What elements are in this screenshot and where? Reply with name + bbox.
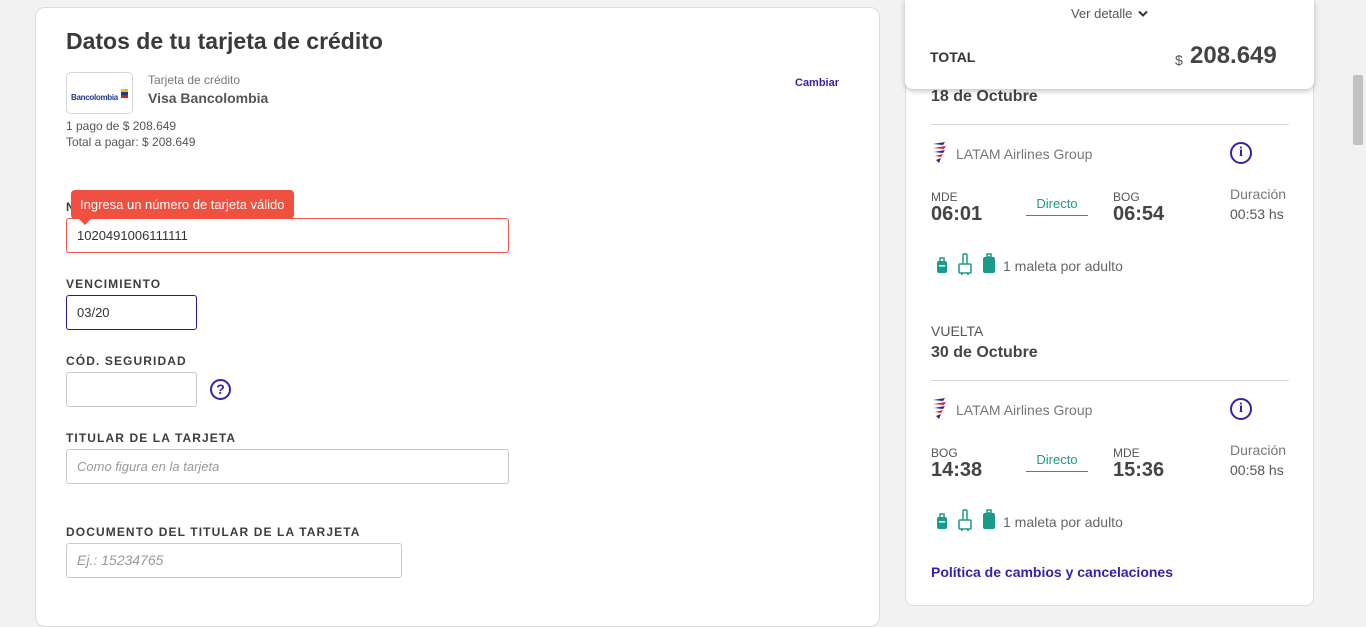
change-card-link[interactable]: Cambiar [795, 77, 839, 89]
outbound-stops: Directo [1026, 196, 1088, 216]
suitcase-icon [983, 509, 995, 529]
total-to-pay-text: Total a pagar: $ 208.649 [66, 135, 196, 149]
return-stops: Directo [1026, 452, 1088, 472]
divider [931, 380, 1289, 381]
chevron-down-icon [1138, 10, 1148, 17]
holder-input[interactable]: Como figura en la tarjeta [66, 449, 509, 484]
document-label: DOCUMENTO DEL TITULAR DE LA TARJETA [66, 525, 361, 539]
view-detail-toggle[interactable]: Ver detalle [905, 6, 1314, 21]
bank-logo: Bancolombia [66, 72, 133, 114]
policy-link[interactable]: Política de cambios y cancelaciones [931, 564, 1173, 580]
expiry-label: VENCIMIENTO [66, 277, 162, 291]
total-value: 208.649 [1190, 42, 1277, 69]
return-duration-label: Duración [1230, 442, 1287, 458]
card-number-error-tooltip: Ingresa un número de tarjeta válido [71, 190, 294, 225]
return-airline-name: LATAM Airlines Group [956, 402, 1093, 418]
bank-flag-icon [121, 89, 128, 98]
divider [931, 124, 1289, 125]
return-to-time: 15:36 [1113, 459, 1165, 481]
outbound-duration: 00:53 hs [1230, 206, 1284, 222]
outbound-baggage-text: 1 maleta por adulto [1003, 258, 1123, 274]
carry-on-icon [958, 509, 972, 531]
bank-logo-text: Bancolombia [71, 93, 118, 102]
return-from-time: 14:38 [931, 459, 983, 481]
card-type: Tarjeta de crédito [148, 73, 241, 87]
latam-logo-icon [933, 142, 946, 163]
help-icon[interactable]: ? [210, 379, 231, 400]
return-to-code: MDE [1113, 446, 1140, 460]
page-title: Datos de tu tarjeta de crédito [66, 28, 383, 54]
view-detail-label: Ver detalle [1070, 6, 1133, 21]
payment-card: Datos de tu tarjeta de crédito Bancolomb… [35, 7, 880, 627]
carry-on-icon [958, 253, 972, 275]
return-info-icon[interactable]: i [1230, 398, 1252, 420]
card-name: Visa Bancolombia [148, 90, 269, 106]
outbound-duration-label: Duración [1230, 186, 1287, 202]
personal-item-icon [937, 513, 947, 529]
suitcase-icon [983, 253, 995, 273]
personal-item-icon [937, 257, 947, 273]
cvv-input[interactable] [66, 372, 197, 407]
card-number-input[interactable]: 1020491006111111 [66, 218, 509, 253]
scrollbar[interactable] [1350, 0, 1366, 613]
return-from-code: BOG [931, 446, 958, 460]
expiry-input[interactable]: 03/20 [66, 295, 197, 330]
outbound-from-time: 06:01 [931, 203, 983, 225]
scrollbar-thumb[interactable] [1353, 75, 1363, 145]
trip-summary-card: 18 de Octubre LATAM Airlines Group i MDE… [905, 30, 1314, 606]
document-input[interactable]: Ej.: 15234765 [66, 543, 402, 578]
return-baggage-text: 1 maleta por adulto [1003, 514, 1123, 530]
outbound-date: 18 de Octubre [931, 88, 1038, 105]
outbound-to-code: BOG [1113, 190, 1140, 204]
latam-logo-icon [933, 398, 946, 419]
cvv-label: CÓD. SEGURIDAD [66, 354, 187, 368]
holder-label: TITULAR DE LA TARJETA [66, 431, 237, 445]
total-box: Ver detalle TOTAL $ 208.649 [905, 0, 1314, 89]
installments-text: 1 pago de $ 208.649 [66, 119, 177, 133]
return-date: 30 de Octubre [931, 344, 1038, 361]
return-label: VUELTA [931, 323, 984, 339]
outbound-airline-name: LATAM Airlines Group [956, 146, 1093, 162]
outbound-to-time: 06:54 [1113, 203, 1165, 225]
total-label: TOTAL [930, 49, 976, 65]
outbound-from-code: MDE [931, 190, 958, 204]
return-duration: 00:58 hs [1230, 462, 1284, 478]
total-currency: $ [1175, 52, 1183, 68]
outbound-info-icon[interactable]: i [1230, 142, 1252, 164]
